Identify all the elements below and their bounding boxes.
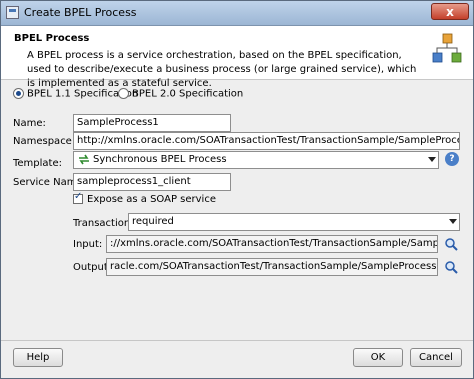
app-icon	[6, 6, 19, 19]
name-field[interactable]: SampleProcess1	[73, 114, 231, 132]
search-icon[interactable]	[444, 260, 458, 274]
transaction-label: Transaction:	[73, 218, 134, 229]
window-title: Create BPEL Process	[24, 6, 137, 19]
header-title: BPEL Process	[14, 33, 90, 44]
header-description: A BPEL process is a service orchestratio…	[27, 50, 417, 89]
ok-button[interactable]: OK	[353, 348, 403, 367]
name-label: Name:	[13, 118, 46, 129]
template-label: Template:	[13, 158, 62, 169]
close-button[interactable]: x	[431, 3, 469, 20]
bpel-process-icon	[432, 33, 462, 63]
expose-soap-checkbox[interactable]: Expose as a SOAP service	[73, 191, 216, 205]
dialog-window: Create BPEL Process x BPEL Process A BPE…	[0, 0, 474, 379]
namespace-field[interactable]: http://xmlns.oracle.com/SOATransactionTe…	[73, 132, 460, 150]
spec-bpel20[interactable]: BPEL 2.0 Specification	[118, 88, 243, 100]
footer-divider	[1, 340, 473, 341]
search-icon[interactable]	[444, 237, 458, 251]
cancel-button[interactable]: Cancel	[410, 348, 462, 367]
input-label: Input:	[73, 239, 103, 250]
input-field[interactable]: ://xmlns.oracle.com/SOATransactionTest/T…	[106, 235, 438, 253]
help-icon[interactable]: ?	[445, 152, 459, 166]
namespace-label: Namespace:	[13, 136, 76, 147]
expose-checkbox[interactable]	[73, 191, 83, 204]
radio-bpel20[interactable]	[118, 88, 129, 99]
chevron-down-icon	[449, 219, 457, 224]
transaction-select[interactable]: required	[128, 213, 460, 231]
template-select[interactable]: Synchronous BPEL Process	[73, 151, 439, 169]
dialog-header: BPEL Process A BPEL process is a service…	[1, 26, 473, 89]
service-name-field[interactable]: sampleprocess1_client	[73, 173, 231, 191]
output-field[interactable]: racle.com/SOATransactionTest/Transaction…	[106, 258, 438, 276]
radio-bpel11[interactable]	[13, 88, 24, 99]
title-bar[interactable]: Create BPEL Process x	[1, 1, 473, 26]
help-button[interactable]: Help	[13, 348, 63, 367]
synchronous-process-icon	[79, 154, 89, 164]
chevron-down-icon	[428, 157, 436, 162]
